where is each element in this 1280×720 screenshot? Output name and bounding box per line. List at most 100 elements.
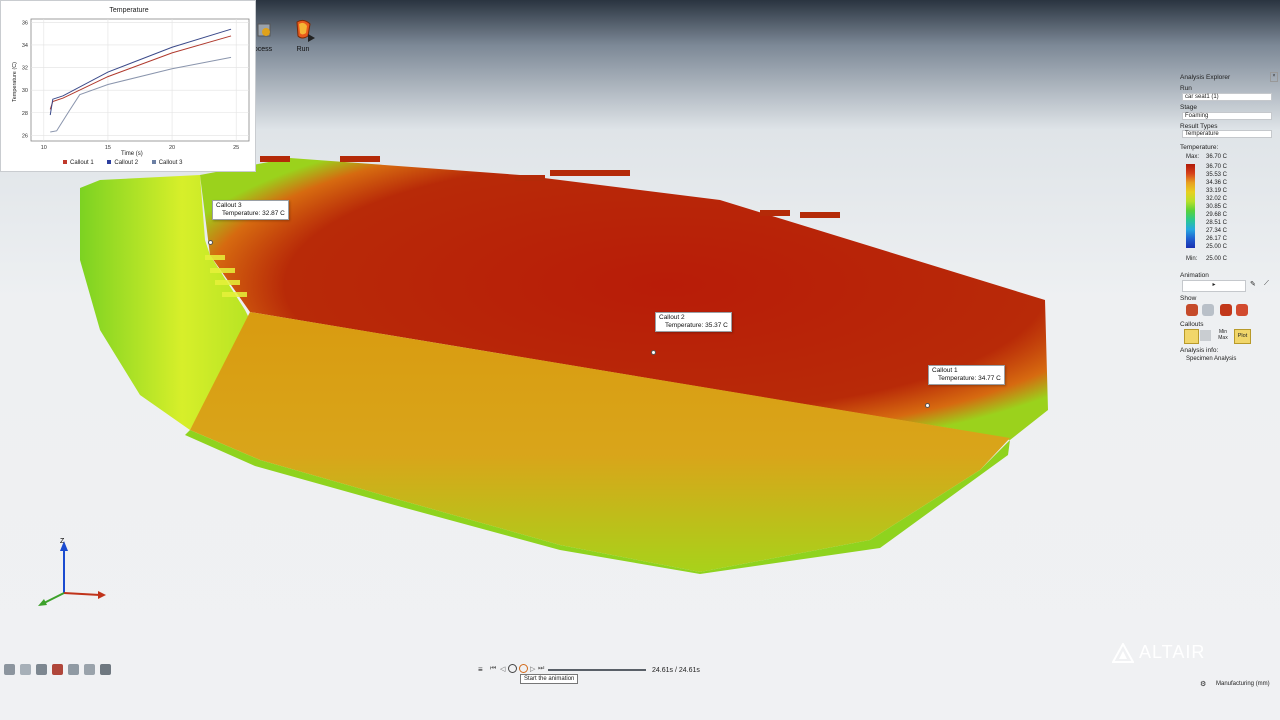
z-axis-label: Z <box>60 538 65 545</box>
altair-logo: ALTAIR <box>1112 642 1205 663</box>
show-mesh-icon[interactable] <box>1202 304 1214 316</box>
callout-3-pin[interactable] <box>208 240 213 245</box>
max-label: Max <box>1218 335 1228 341</box>
legend-item-callout-2: Callout 2 <box>107 160 138 166</box>
legend-value: 25.00 C <box>1206 244 1228 250</box>
record-icon[interactable] <box>508 664 517 673</box>
callout-temperature: Temperature: 35.37 C <box>665 322 728 329</box>
y-tick-label: 30 <box>22 88 28 94</box>
show-label: Show <box>1180 295 1197 302</box>
y-tick-label: 28 <box>22 111 28 117</box>
temperature-plot-panel[interactable]: Temperature 36 34 32 30 28 26 10 15 20 25 Time (s… <box>0 0 256 172</box>
plot-button[interactable]: Plot <box>1234 329 1251 344</box>
legend-label: Callout 2 <box>114 160 139 166</box>
analysis-info-value: Specimen Analysis <box>1186 356 1237 362</box>
legend-value: 33.19 C <box>1206 188 1228 194</box>
analysis-info-label: Analysis info: <box>1180 347 1219 354</box>
callout-temperature: Temperature: 34.77 C <box>938 375 1001 382</box>
legend-value: 29.68 C <box>1206 212 1228 218</box>
y-tick-label: 36 <box>22 20 28 26</box>
show-result-icon[interactable] <box>1220 304 1232 316</box>
run-label: Run <box>1180 85 1192 92</box>
plot-area <box>30 18 250 142</box>
skip-end-icon[interactable]: ⏭ <box>538 665 544 673</box>
show-deformed-icon[interactable] <box>1236 304 1248 316</box>
playback-timeline-fill <box>548 669 646 671</box>
legend-value: 32.02 C <box>1206 196 1228 202</box>
callout-1[interactable]: Callout 1 Temperature: 34.77 C <box>928 365 1005 385</box>
animation-settings-icon[interactable]: ✎ <box>1250 280 1260 290</box>
chart-xlabel: Time (s) <box>121 151 143 157</box>
callout-temperature: Temperature: 32.87 C <box>222 210 285 217</box>
callouts-label: Callouts <box>1180 321 1204 328</box>
view-iso-icon[interactable] <box>4 664 15 675</box>
playback-timeline[interactable] <box>548 669 646 671</box>
animation-play-field[interactable]: ▸ <box>1182 280 1246 292</box>
y-tick-label: 26 <box>22 133 28 139</box>
callout-title: Callout 3 <box>216 202 242 209</box>
legend-label: Callout 1 <box>70 160 94 166</box>
legend-value: 28.51 C <box>1206 220 1228 226</box>
legend-value: 26.17 C <box>1206 236 1228 242</box>
legend-value: 27.34 C <box>1206 228 1228 234</box>
step-forward-icon[interactable]: ▷ <box>530 665 535 673</box>
axis-triad: Z <box>38 538 106 606</box>
legend-item-callout-3: Callout 3 <box>151 160 182 166</box>
run-select[interactable]: car seat1 (1) <box>1182 93 1272 101</box>
callout-1-pin[interactable] <box>925 403 930 408</box>
chart-ylabel: Temperature (C) <box>12 61 18 103</box>
legend-value: 36.70 C <box>1206 164 1228 170</box>
view-zoom-icon[interactable] <box>68 664 79 675</box>
skip-start-icon[interactable]: ⏮ <box>490 665 496 673</box>
legend-max-value: 36.70 C <box>1206 154 1228 160</box>
playback-time: 24.61s / 24.61s <box>652 667 700 674</box>
callout-3[interactable]: Callout 3 Temperature: 32.87 C <box>212 200 289 220</box>
view-rotate-icon[interactable] <box>36 664 47 675</box>
legend-swatch <box>151 160 156 164</box>
legend-value: 30.85 C <box>1206 204 1228 210</box>
animation-curve-icon[interactable]: ⟋ <box>1264 280 1274 290</box>
result-types-select[interactable]: Temperature <box>1182 130 1272 138</box>
units-status[interactable]: Manufacturing (mm) <box>1216 681 1270 687</box>
stage-label: Stage <box>1180 104 1197 111</box>
play-animation-icon[interactable] <box>519 664 528 673</box>
legend-item-callout-1: Callout 1 <box>63 160 94 166</box>
callout-title: Callout 1 <box>932 367 958 374</box>
chart-legend: Callout 1 Callout 2 Callout 3 <box>63 160 182 166</box>
callout-2-pin[interactable] <box>651 350 656 355</box>
playback-menu-icon[interactable]: ≡ <box>478 665 483 674</box>
legend-swatch <box>63 160 67 164</box>
callout-2[interactable]: Callout 2 Temperature: 35.37 C <box>655 312 732 332</box>
explorer-close-icon[interactable]: × <box>1270 72 1278 82</box>
legend-min-label: Min: <box>1186 256 1198 262</box>
explorer-title: Analysis Explorer <box>1180 74 1231 81</box>
legend-min-value: 25.00 C <box>1206 256 1228 262</box>
callout-box-icon[interactable] <box>1200 330 1211 341</box>
altair-logo-mark-icon <box>1112 642 1134 663</box>
x-tick-label: 15 <box>105 145 111 151</box>
x-tick-label: 25 <box>233 145 239 151</box>
legend-value: 34.36 C <box>1206 180 1228 186</box>
altair-logo-text: ALTAIR <box>1139 642 1206 662</box>
view-section-icon[interactable] <box>52 664 63 675</box>
legend-value: 35.53 C <box>1206 172 1228 178</box>
legend-color-bar <box>1186 164 1195 248</box>
animation-label: Animation <box>1180 272 1209 279</box>
view-display-icon[interactable] <box>100 664 111 675</box>
view-fit-icon[interactable] <box>20 664 31 675</box>
analysis-explorer-panel: Analysis Explorer × Run car seat1 (1) St… <box>1176 70 1280 370</box>
temperature-line-chart: 36 34 32 30 28 26 10 15 20 25 <box>22 18 250 151</box>
units-icon[interactable]: ⚙ <box>1200 680 1206 688</box>
callout-title: Callout 2 <box>659 314 685 321</box>
stage-select[interactable]: Foaming <box>1182 112 1272 120</box>
callout-tool-icon[interactable] <box>1184 329 1199 344</box>
legend-swatch <box>107 160 112 164</box>
start-animation-tooltip: Start the animation <box>520 674 579 684</box>
show-contour-icon[interactable] <box>1186 304 1198 316</box>
min-max-button[interactable]: Min Max <box>1216 329 1230 341</box>
step-back-icon[interactable]: ◁ <box>500 665 505 673</box>
x-tick-label: 20 <box>169 145 175 151</box>
y-tick-label: 34 <box>22 43 28 49</box>
view-pan-icon[interactable] <box>84 664 95 675</box>
y-tick-label: 32 <box>22 66 28 72</box>
